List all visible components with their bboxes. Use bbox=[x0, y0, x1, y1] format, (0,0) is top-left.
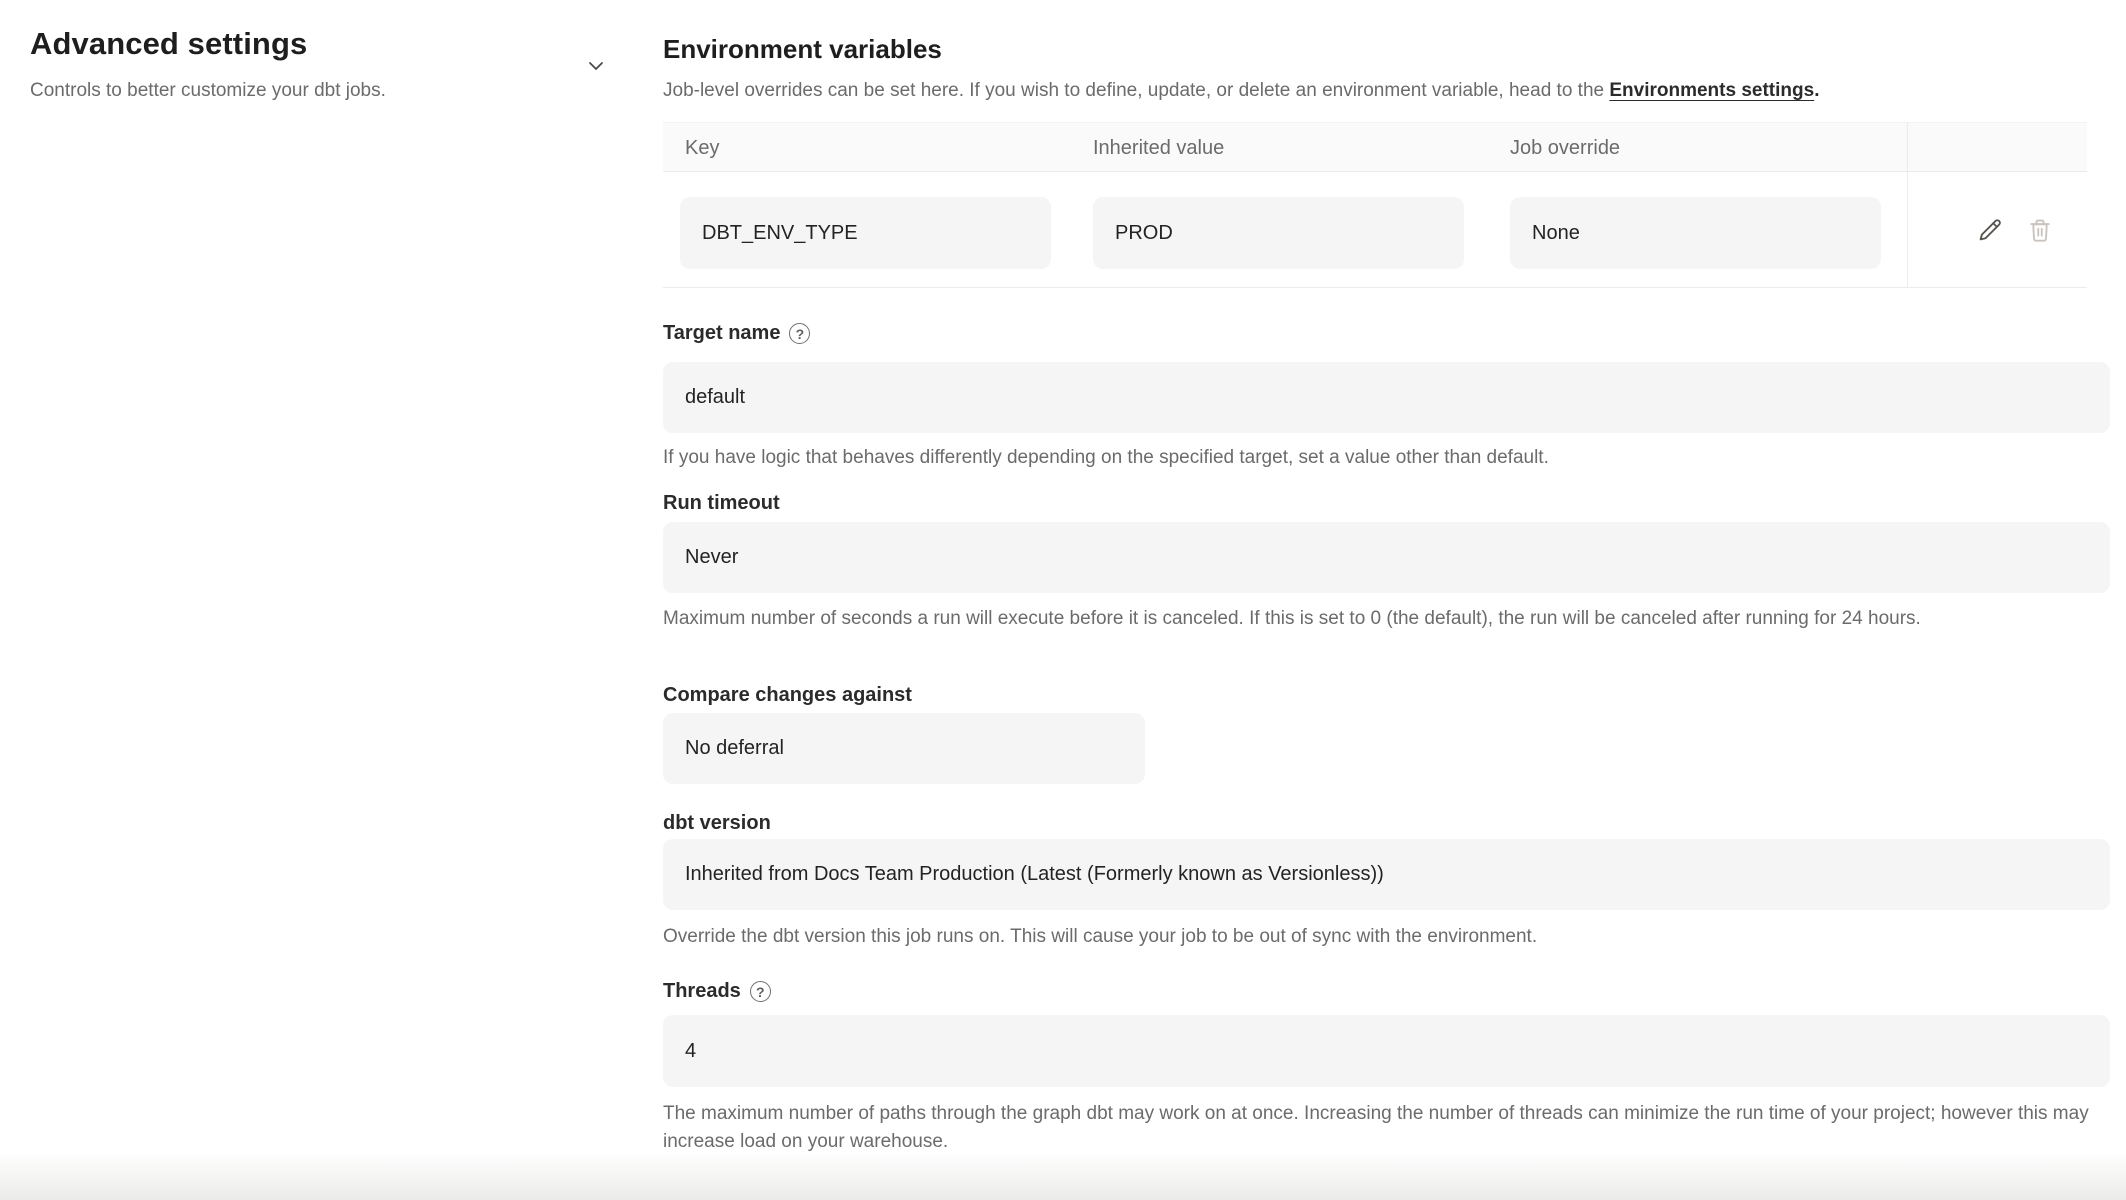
target-name-value: default bbox=[685, 386, 745, 409]
advanced-settings-page: Advanced settings Controls to better cus… bbox=[0, 0, 2126, 1200]
page-title: Advanced settings bbox=[30, 26, 570, 62]
target-name-input[interactable]: default bbox=[663, 362, 2110, 433]
target-name-helper: If you have logic that behaves different… bbox=[663, 444, 2110, 472]
run-timeout-value: Never bbox=[685, 546, 738, 569]
advanced-settings-form: Environment variables Job-level override… bbox=[663, 0, 2110, 1200]
env-vars-table-header: Key Inherited value Job override bbox=[663, 122, 2087, 172]
column-header-job-override: Job override bbox=[1510, 123, 1620, 173]
env-var-job-override-value: None bbox=[1532, 222, 1580, 245]
env-vars-description-text: Job-level overrides can be set here. If … bbox=[663, 80, 1609, 101]
page-subtitle: Controls to better customize your dbt jo… bbox=[30, 80, 570, 102]
env-vars-description: Job-level overrides can be set here. If … bbox=[663, 80, 2110, 102]
dbt-version-value: Inherited from Docs Team Production (Lat… bbox=[685, 863, 1384, 886]
env-vars-table: Key Inherited value Job override DBT_ENV… bbox=[663, 122, 2087, 288]
threads-input[interactable]: 4 bbox=[663, 1015, 2110, 1087]
target-name-label-text: Target name bbox=[663, 322, 780, 345]
trash-icon bbox=[2025, 215, 2055, 245]
env-vars-title: Environment variables bbox=[663, 34, 942, 65]
env-var-inherited-value-field[interactable]: PROD bbox=[1093, 197, 1464, 269]
settings-section-header: Advanced settings Controls to better cus… bbox=[30, 26, 570, 102]
env-var-job-override-field[interactable]: None bbox=[1510, 197, 1881, 269]
column-header-inherited-value: Inherited value bbox=[1093, 123, 1224, 173]
env-var-key-field[interactable]: DBT_ENV_TYPE bbox=[680, 197, 1051, 269]
environments-settings-link[interactable]: Environments settings bbox=[1609, 80, 1814, 101]
column-header-key: Key bbox=[685, 123, 719, 173]
dbt-version-label: dbt version bbox=[663, 812, 771, 835]
help-icon[interactable]: ? bbox=[789, 323, 810, 344]
env-var-key-value: DBT_ENV_TYPE bbox=[702, 222, 858, 245]
help-icon[interactable]: ? bbox=[750, 981, 771, 1002]
dbt-version-label-text: dbt version bbox=[663, 812, 771, 835]
row-actions bbox=[1973, 172, 2087, 288]
compare-changes-label-text: Compare changes against bbox=[663, 684, 912, 707]
edit-env-var-button[interactable] bbox=[1973, 213, 2007, 247]
edit-icon bbox=[1975, 215, 2005, 245]
run-timeout-input[interactable]: Never bbox=[663, 522, 2110, 593]
collapse-section-button[interactable] bbox=[578, 48, 614, 84]
threads-value: 4 bbox=[685, 1040, 696, 1063]
dbt-version-input[interactable]: Inherited from Docs Team Production (Lat… bbox=[663, 839, 2110, 910]
threads-label-text: Threads bbox=[663, 980, 741, 1003]
threads-helper: The maximum number of paths through the … bbox=[663, 1100, 2110, 1156]
env-var-inherited-value: PROD bbox=[1115, 222, 1173, 245]
delete-env-var-button[interactable] bbox=[2023, 213, 2057, 247]
env-vars-description-period: . bbox=[1814, 80, 1819, 101]
run-timeout-label-text: Run timeout bbox=[663, 492, 780, 515]
target-name-label: Target name ? bbox=[663, 322, 810, 345]
compare-changes-input[interactable]: No deferral bbox=[663, 713, 1145, 784]
table-actions-divider bbox=[1907, 122, 1908, 288]
compare-changes-label: Compare changes against bbox=[663, 684, 912, 707]
compare-changes-value: No deferral bbox=[685, 737, 784, 760]
threads-label: Threads ? bbox=[663, 980, 771, 1003]
dbt-version-helper: Override the dbt version this job runs o… bbox=[663, 923, 2110, 951]
run-timeout-label: Run timeout bbox=[663, 492, 780, 515]
table-row: DBT_ENV_TYPE PROD None bbox=[663, 172, 2087, 288]
chevron-down-icon bbox=[585, 55, 607, 77]
run-timeout-helper: Maximum number of seconds a run will exe… bbox=[663, 605, 2110, 633]
